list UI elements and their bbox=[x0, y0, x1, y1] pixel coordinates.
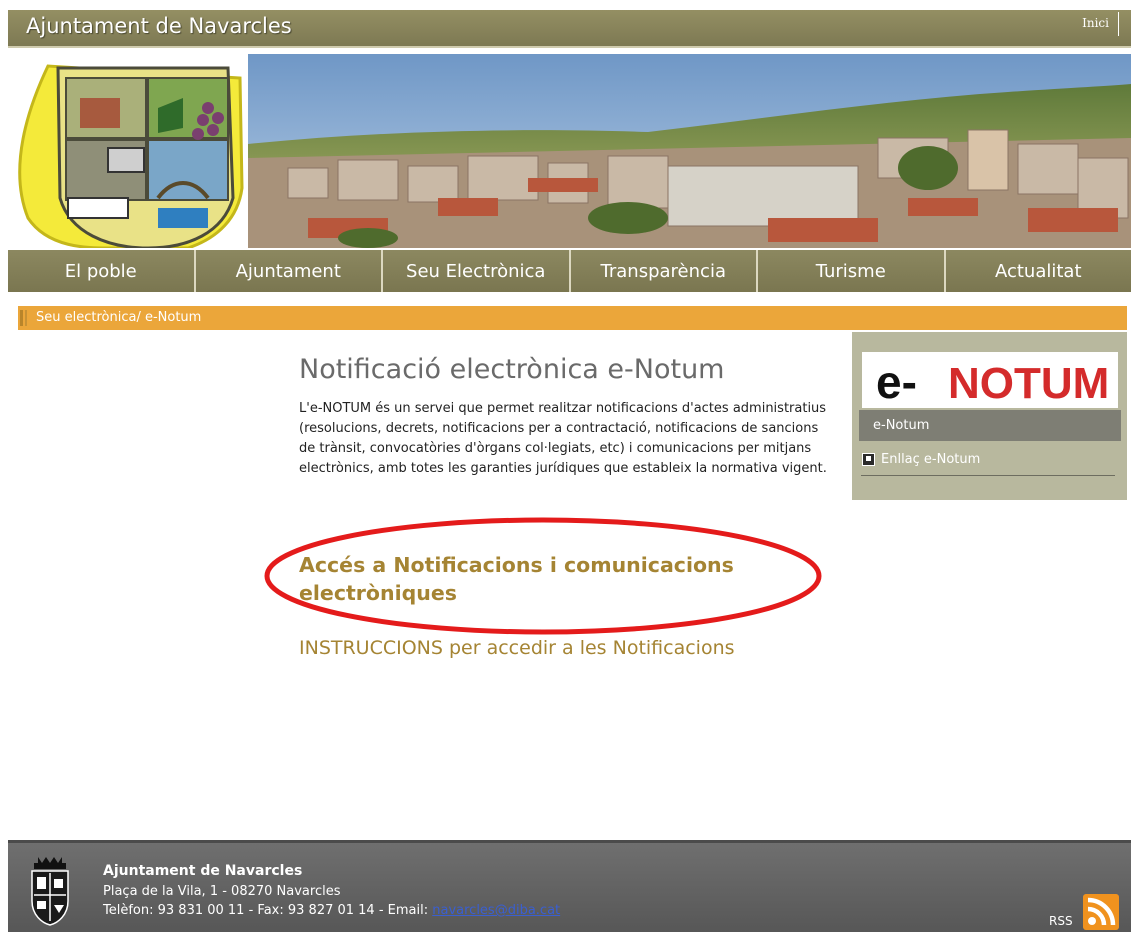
site-title[interactable]: Ajuntament de Navarcles bbox=[26, 14, 292, 38]
external-link-icon bbox=[862, 453, 875, 466]
nav-item-ajuntament[interactable]: Ajuntament bbox=[196, 250, 384, 292]
footer-email-link[interactable]: navarcles@diba.cat bbox=[432, 903, 560, 918]
footer-org-name: Ajuntament de Navarcles bbox=[103, 863, 302, 879]
main-nav: El poble Ajuntament Seu Electrònica Tran… bbox=[8, 250, 1131, 292]
enotum-sidebar-link-label[interactable]: Enllaç e-Notum bbox=[881, 452, 980, 467]
nav-item-transparencia[interactable]: Transparència bbox=[571, 250, 759, 292]
enotum-sidebar-link[interactable]: Enllaç e-Notum bbox=[862, 452, 980, 467]
footer: Ajuntament de Navarcles Plaça de la Vila… bbox=[8, 840, 1131, 932]
rss-label[interactable]: RSS bbox=[1049, 914, 1073, 928]
sidebar: e- NOTUM e-Notum Enllaç e-Notum bbox=[852, 332, 1127, 500]
page-description: L'e-NOTUM és un servei que permet realit… bbox=[299, 399, 827, 479]
page-title: Notificació electrònica e-Notum bbox=[299, 354, 725, 385]
nav-item-turisme[interactable]: Turisme bbox=[758, 250, 946, 292]
home-link[interactable]: Inici bbox=[1082, 16, 1109, 30]
sidebar-divider bbox=[861, 475, 1115, 476]
breadcrumb-marker-secondary bbox=[25, 310, 27, 326]
enotum-logo-notum: NOTUM bbox=[948, 359, 1109, 408]
sidebar-section-title-text: e-Notum bbox=[873, 418, 929, 433]
nav-item-el-poble[interactable]: El poble bbox=[8, 250, 196, 292]
header-banner bbox=[8, 48, 1131, 248]
sidebar-section-title: e-Notum bbox=[859, 410, 1121, 441]
footer-address: Plaça de la Vila, 1 - 08270 Navarcles bbox=[103, 884, 340, 899]
rss-icon[interactable] bbox=[1083, 894, 1119, 930]
access-notifications-link[interactable]: Accés a Notificacions i comunicacions el… bbox=[299, 551, 819, 607]
enotum-logo[interactable]: e- NOTUM bbox=[862, 352, 1118, 408]
breadcrumb-marker bbox=[20, 310, 23, 326]
banner-panorama-image bbox=[8, 48, 1131, 248]
footer-contact: Telèfon: 93 831 00 11 - Fax: 93 827 01 1… bbox=[103, 903, 560, 918]
breadcrumb: Seu electrònica/ e-Notum bbox=[18, 306, 1127, 330]
enotum-logo-image: e- NOTUM bbox=[862, 352, 1118, 408]
enotum-logo-e: e- bbox=[876, 356, 917, 408]
footer-contact-text: Telèfon: 93 831 00 11 - Fax: 93 827 01 1… bbox=[103, 903, 432, 918]
coat-of-arms-icon bbox=[20, 66, 242, 248]
nav-item-actualitat[interactable]: Actualitat bbox=[946, 250, 1131, 292]
breadcrumb-text[interactable]: Seu electrònica/ e-Notum bbox=[36, 310, 201, 325]
header-divider bbox=[1118, 12, 1119, 36]
nav-item-seu-electronica[interactable]: Seu Electrònica bbox=[383, 250, 571, 292]
footer-crest-icon bbox=[28, 855, 72, 927]
header-bar: Ajuntament de Navarcles Inici bbox=[8, 10, 1131, 48]
instructions-link[interactable]: INSTRUCCIONS per accedir a les Notificac… bbox=[299, 637, 735, 659]
